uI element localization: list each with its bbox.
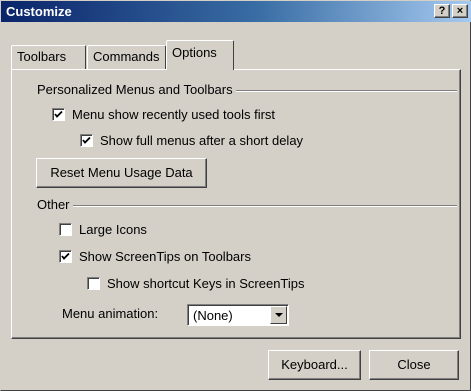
- tab-commands[interactable]: Commands: [87, 45, 166, 69]
- personalized-group-label: Personalized Menus and Toolbars: [37, 82, 236, 97]
- tab-toolbars[interactable]: Toolbars: [11, 45, 86, 69]
- chevron-down-icon: [275, 313, 283, 317]
- tab-options[interactable]: Options: [166, 40, 234, 70]
- customize-dialog: Customize ? × Toolbars Commands Options …: [0, 0, 471, 391]
- close-button[interactable]: Close: [369, 350, 459, 380]
- checkmark-icon: [61, 252, 70, 260]
- checkmark-icon: [82, 136, 91, 144]
- recent-first-label: Menu show recently used tools first: [72, 107, 276, 122]
- other-separator: [37, 205, 457, 207]
- shortcut-keys-label: Show shortcut Keys in ScreenTips: [107, 276, 305, 291]
- large-icons-checkbox[interactable]: [59, 223, 72, 236]
- full-menus-delay-checkbox[interactable]: [80, 134, 93, 147]
- keyboard-button[interactable]: Keyboard...: [268, 350, 361, 380]
- recent-first-checkbox[interactable]: [52, 108, 65, 121]
- dropdown-arrow-button[interactable]: [270, 306, 287, 324]
- screentips-label: Show ScreenTips on Toolbars: [79, 249, 251, 264]
- screentips-checkbox[interactable]: [59, 250, 72, 263]
- close-window-button[interactable]: ×: [452, 4, 468, 18]
- window-title: Customize: [6, 4, 72, 19]
- menu-animation-value: (None): [193, 308, 233, 323]
- help-button[interactable]: ?: [434, 4, 450, 18]
- reset-menu-usage-button[interactable]: Reset Menu Usage Data: [36, 158, 207, 188]
- menu-animation-select[interactable]: (None): [187, 304, 289, 326]
- full-menus-delay-label: Show full menus after a short delay: [100, 133, 304, 148]
- shortcut-keys-checkbox[interactable]: [87, 277, 100, 290]
- menu-animation-label: Menu animation:: [62, 306, 159, 321]
- title-bar[interactable]: Customize ? ×: [1, 1, 471, 22]
- checkmark-icon: [54, 110, 63, 118]
- large-icons-label: Large Icons: [79, 222, 147, 237]
- other-group-label: Other: [37, 197, 73, 212]
